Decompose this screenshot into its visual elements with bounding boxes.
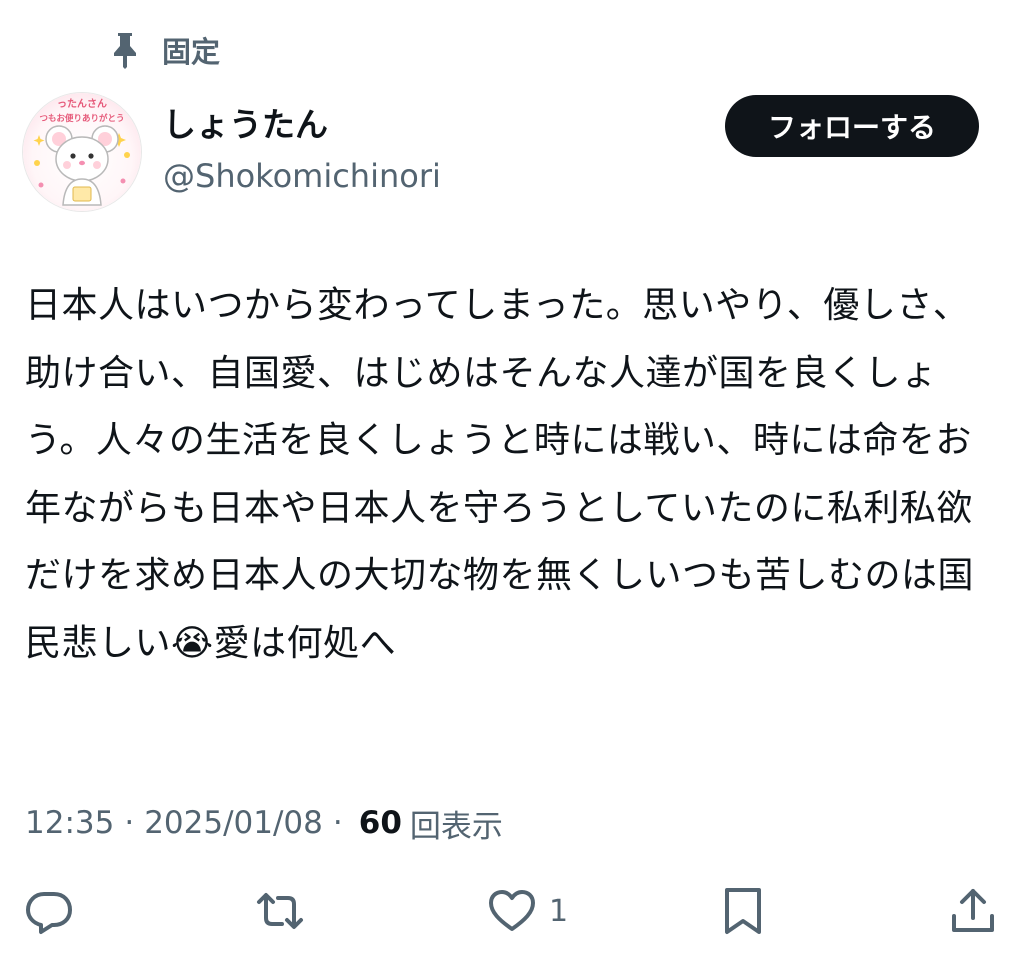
tweet-meta: 12:35 · 2025/01/08 · 60 回表示	[25, 798, 503, 848]
svg-text:ったんさん: ったんさん	[57, 98, 107, 110]
user-handle[interactable]: @Shokomichinori	[163, 154, 441, 198]
avatar[interactable]: ったんさん つもお便りありがとう	[22, 92, 142, 212]
pin-icon	[110, 31, 140, 69]
retweet-button[interactable]	[255, 886, 305, 936]
tweet-time[interactable]: 12:35	[25, 805, 114, 841]
reply-button[interactable]	[24, 886, 74, 936]
bookmark-icon	[718, 886, 768, 936]
follow-button[interactable]: フォローする	[725, 95, 979, 157]
heart-icon	[487, 886, 537, 936]
views-count[interactable]: 60	[359, 805, 402, 841]
pinned-label: 固定	[162, 35, 221, 69]
views-label: 回表示	[409, 808, 503, 845]
svg-text:つもお便りありがとう: つもお便りありがとう	[39, 113, 124, 124]
meta-separator: ·	[124, 805, 135, 841]
action-bar: 1	[0, 880, 1024, 942]
like-count: 1	[549, 893, 569, 929]
share-button[interactable]	[948, 886, 998, 936]
pinned-indicator: 固定	[110, 30, 220, 70]
display-name[interactable]: しょうたん	[163, 103, 328, 147]
tweet-date[interactable]: 2025/01/08	[144, 805, 323, 841]
tweet-text: 日本人はいつから変わってしまった。思いやり、優しさ、助け合い、自国愛、はじめはそ…	[25, 285, 975, 664]
bookmark-button[interactable]	[718, 886, 768, 936]
reply-icon	[24, 886, 74, 936]
share-icon	[948, 886, 998, 936]
meta-separator: ·	[332, 805, 343, 841]
like-button[interactable]: 1	[487, 886, 568, 936]
retweet-icon	[255, 886, 305, 936]
